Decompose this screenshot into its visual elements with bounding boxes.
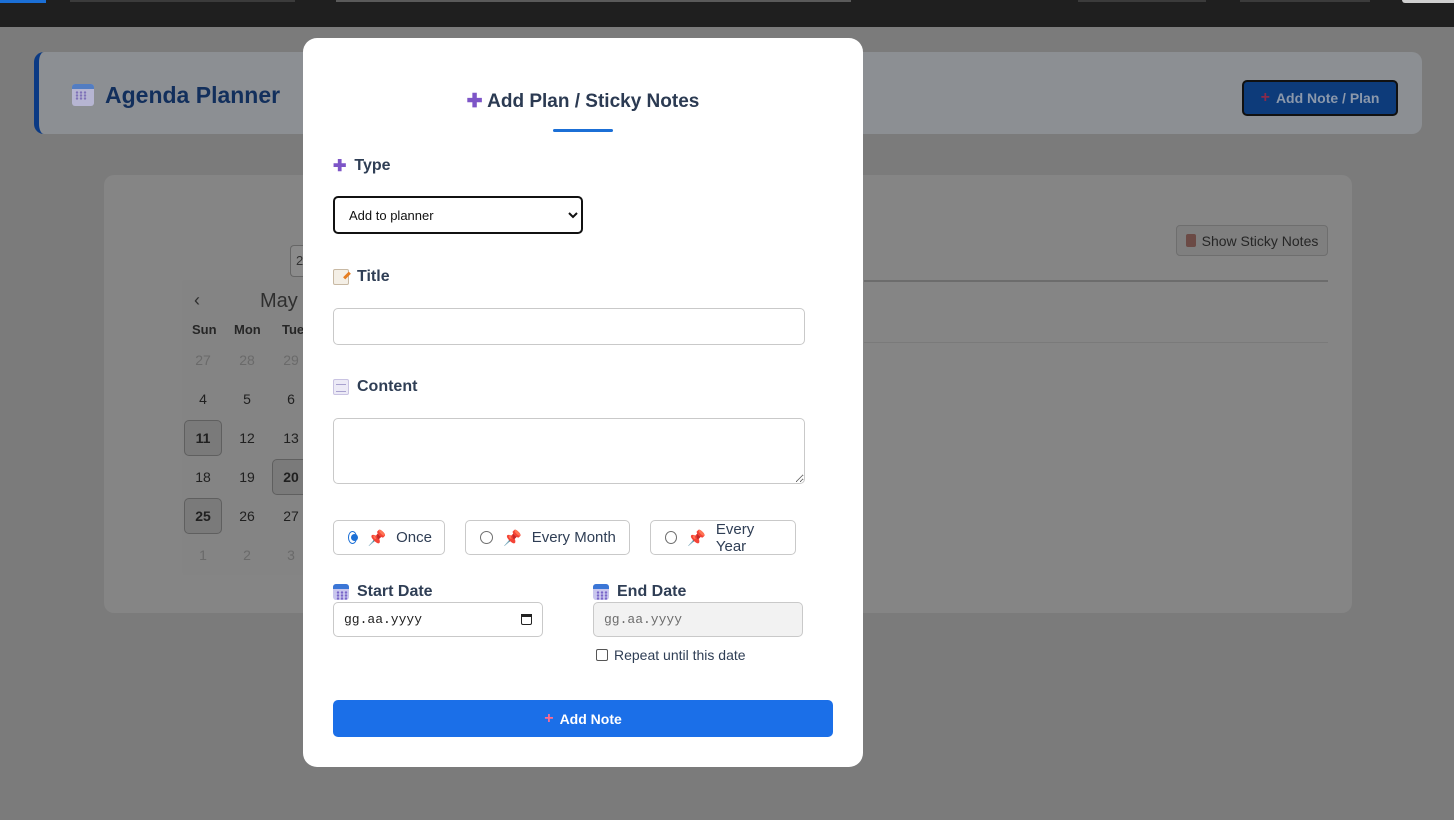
document-icon (333, 379, 349, 395)
calendar-day[interactable]: 4 (184, 381, 222, 417)
recurrence-label: Every Month (531, 529, 616, 546)
repeat-until-label: Repeat until this date (614, 647, 746, 663)
memo-icon (333, 269, 349, 285)
calendar-icon (593, 584, 609, 600)
plus-icon: ✚ (333, 158, 347, 175)
end-date-label-text: End Date (617, 583, 687, 600)
calendar-month: May (260, 290, 298, 312)
pushpin-icon: 📌 (367, 529, 387, 547)
add-note-button[interactable]: + Add Note (333, 700, 833, 737)
browser-top-bar (0, 0, 1454, 27)
calendar-day[interactable]: 5 (228, 381, 266, 417)
plus-icon: + (1260, 89, 1270, 106)
start-date-label-text: Start Date (357, 583, 433, 600)
content-label: Content (333, 378, 417, 396)
toolbar-segment (1402, 0, 1454, 3)
start-date-input[interactable]: gg.aa.yyyy (333, 602, 543, 637)
recurrence-every-year-option[interactable]: 📌 Every Year (650, 520, 796, 555)
title-input[interactable] (333, 308, 805, 345)
calendar-day[interactable]: 1 (184, 537, 222, 573)
modal-title: ✚ Add Plan / Sticky Notes (303, 90, 863, 113)
calendar-day[interactable]: 27 (184, 342, 222, 378)
calendar-icon (72, 84, 94, 106)
type-select[interactable]: Add to planner (333, 196, 583, 234)
chevron-left-icon[interactable]: ‹ (194, 290, 200, 311)
add-plan-modal: ✚ Add Plan / Sticky Notes ✚ Type Add to … (303, 38, 863, 767)
radio-every-year[interactable] (665, 531, 678, 544)
start-date-label: Start Date (333, 583, 433, 601)
divider (864, 342, 1328, 343)
add-note-plan-label: Add Note / Plan (1275, 90, 1380, 106)
end-date-input[interactable]: gg.aa.yyyy (593, 602, 803, 637)
tab-segment (70, 0, 295, 2)
calendar-day[interactable]: 26 (228, 498, 266, 534)
end-date-label: End Date (593, 583, 686, 601)
show-sticky-notes-button[interactable]: Show Sticky Notes (1176, 225, 1328, 256)
calendar-day[interactable]: 11 (184, 420, 222, 456)
modal-title-text: Add Plan / Sticky Notes (487, 91, 700, 112)
title-underline (553, 129, 613, 132)
divider (864, 280, 1328, 282)
app-title: Agenda Planner (105, 82, 281, 108)
radio-every-month[interactable] (480, 531, 493, 544)
mini-calendar: ‹ May Sun Mon Tue 27 28 29 4 5 6 11 12 13 18 19 20 2… (182, 280, 312, 575)
calendar-day[interactable]: 19 (228, 459, 266, 495)
calendar-day[interactable]: 25 (184, 498, 222, 534)
toolbar-segment (1078, 0, 1206, 2)
recurrence-once-option[interactable]: 📌 Once (333, 520, 445, 555)
plus-icon: ✚ (466, 91, 483, 112)
weekday-label: Mon (234, 322, 261, 337)
pushpin-icon: 📌 (687, 529, 706, 547)
address-bar-segment (336, 0, 851, 2)
content-textarea[interactable] (333, 418, 805, 484)
add-note-label: Add Note (559, 710, 622, 727)
weekday-label: Tue (282, 322, 305, 337)
end-date-placeholder: gg.aa.yyyy (604, 612, 683, 627)
pushpin-icon: 📌 (503, 529, 522, 547)
repeat-until-option[interactable]: Repeat until this date (596, 647, 746, 663)
plus-icon: + (544, 709, 554, 727)
toolbar-segment (1240, 0, 1370, 2)
add-note-plan-button[interactable]: + Add Note / Plan (1242, 80, 1398, 116)
content-label-text: Content (357, 378, 418, 395)
calendar-day[interactable]: 12 (228, 420, 266, 456)
title-label: Title (333, 268, 390, 286)
weekday-label: Sun (192, 322, 217, 337)
type-label-text: Type (354, 157, 391, 174)
recurrence-label: Once (396, 529, 432, 546)
recurrence-label: Every Year (715, 520, 755, 555)
clipboard-icon (1185, 234, 1196, 247)
calendar-day[interactable]: 28 (228, 342, 266, 378)
calendar-icon (333, 584, 349, 600)
recurrence-every-month-option[interactable]: 📌 Every Month (465, 520, 630, 555)
calendar-day[interactable]: 2 (228, 537, 266, 573)
start-date-placeholder: gg.aa.yyyy (344, 612, 423, 627)
calendar-day[interactable]: 18 (184, 459, 222, 495)
show-sticky-notes-label: Show Sticky Notes (1201, 232, 1319, 249)
radio-once[interactable] (348, 531, 359, 544)
title-label-text: Title (357, 268, 390, 285)
calendar-picker-icon[interactable] (521, 614, 532, 625)
active-tab-indicator (0, 0, 46, 3)
repeat-until-checkbox[interactable] (596, 649, 608, 661)
type-label: ✚ Type (333, 156, 391, 176)
